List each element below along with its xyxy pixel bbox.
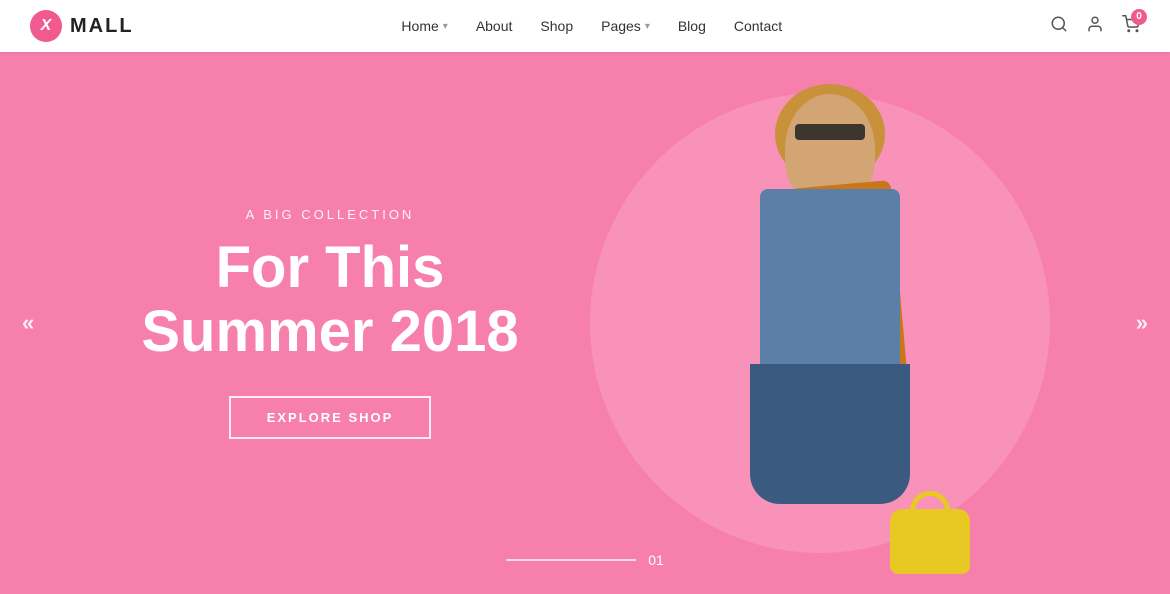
account-icon[interactable] xyxy=(1086,15,1104,38)
header-icons: 0 xyxy=(1050,15,1140,38)
nav-item-blog[interactable]: Blog xyxy=(678,18,706,34)
nav-item-about[interactable]: About xyxy=(476,18,513,34)
logo-text: MALL xyxy=(70,15,134,38)
explore-shop-button[interactable]: EXPLORE SHOP xyxy=(229,396,432,439)
hero-subtitle: A BIG COLLECTION xyxy=(246,207,415,222)
hero-section: A BIG COLLECTION For This Summer 2018 EX… xyxy=(0,52,1170,594)
nav-list: Home ▾ About Shop Pages ▾ xyxy=(401,18,782,34)
cart-icon[interactable]: 0 xyxy=(1122,15,1140,38)
hero-title: For This Summer 2018 xyxy=(141,236,518,364)
nav-shop-label: Shop xyxy=(540,18,573,34)
slide-progress-line xyxy=(506,559,636,561)
model-figure xyxy=(670,94,990,594)
chevron-down-icon: ▾ xyxy=(443,21,448,32)
slider-next-button[interactable]: » xyxy=(1136,310,1148,336)
hero-title-line2: Summer 2018 xyxy=(141,299,518,364)
slide-number: 01 xyxy=(648,552,664,568)
main-nav: Home ▾ About Shop Pages ▾ xyxy=(401,18,782,34)
model-body xyxy=(760,189,900,389)
model-bag-handle xyxy=(910,491,950,511)
site-header: X MALL Home ▾ About Shop xyxy=(0,0,1170,52)
slider-prev-button[interactable]: « xyxy=(22,310,34,336)
nav-blog-label: Blog xyxy=(678,18,706,34)
nav-item-pages[interactable]: Pages ▾ xyxy=(601,18,650,34)
nav-pages-label: Pages xyxy=(601,18,641,34)
nav-contact-label: Contact xyxy=(734,18,782,34)
nav-item-shop[interactable]: Shop xyxy=(540,18,573,34)
model-skirt xyxy=(750,364,910,504)
search-icon[interactable] xyxy=(1050,15,1068,38)
hero-content: A BIG COLLECTION For This Summer 2018 EX… xyxy=(0,52,620,594)
logo-icon: X xyxy=(30,10,62,42)
nav-item-contact[interactable]: Contact xyxy=(734,18,782,34)
model-bag xyxy=(890,509,970,574)
logo[interactable]: X MALL xyxy=(30,10,134,42)
hero-model-image xyxy=(620,74,1040,594)
cart-badge: 0 xyxy=(1131,9,1147,25)
chevron-down-icon: ▾ xyxy=(645,21,650,32)
nav-item-home[interactable]: Home ▾ xyxy=(401,18,447,34)
nav-about-label: About xyxy=(476,18,513,34)
slide-indicator: 01 xyxy=(506,552,664,568)
nav-home-label: Home xyxy=(401,18,438,34)
hero-title-line1: For This xyxy=(216,235,445,300)
